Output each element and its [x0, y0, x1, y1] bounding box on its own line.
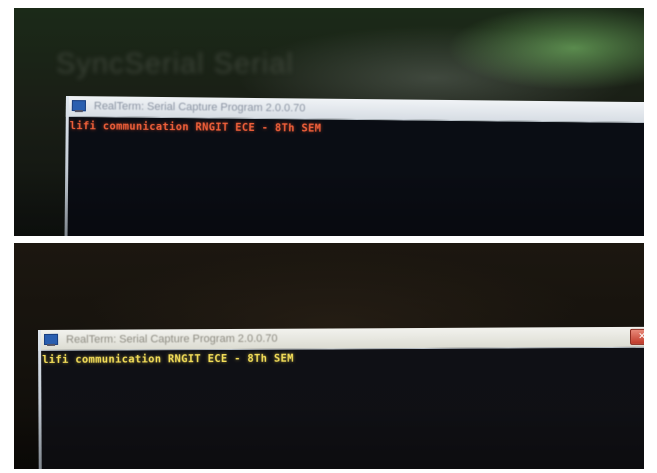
photo-divider	[14, 236, 644, 243]
monitor-icon	[44, 333, 60, 346]
terminal-line: lifi communication RNGIT ECE - 8Th SEM	[69, 120, 322, 135]
window-title: RealTerm: Serial Capture Program 2.0.0.7…	[93, 100, 306, 115]
background-monitor-text: SyncSerial Serial	[56, 48, 294, 80]
terminal-output[interactable]: lifi communication RNGIT ECE - 8Th SEM	[64, 116, 644, 236]
terminal-line: lifi communication RNGIT ECE - 8Th SEM	[42, 352, 294, 366]
close-icon[interactable]: ✕	[630, 328, 644, 345]
window-title: RealTerm: Serial Capture Program 2.0.0.7…	[66, 332, 278, 346]
bottom-photo: RealTerm: Serial Capture Program 2.0.0.7…	[14, 243, 644, 469]
realterm-window-bottom: RealTerm: Serial Capture Program 2.0.0.7…	[38, 326, 644, 469]
top-photo: SyncSerial Serial RealTerm: Serial Captu…	[14, 8, 644, 236]
realterm-window-top: RealTerm: Serial Capture Program 2.0.0.7…	[64, 96, 644, 236]
terminal-output[interactable]: lifi communication RNGIT ECE - 8Th SEM	[38, 347, 644, 469]
monitor-icon	[71, 99, 88, 113]
